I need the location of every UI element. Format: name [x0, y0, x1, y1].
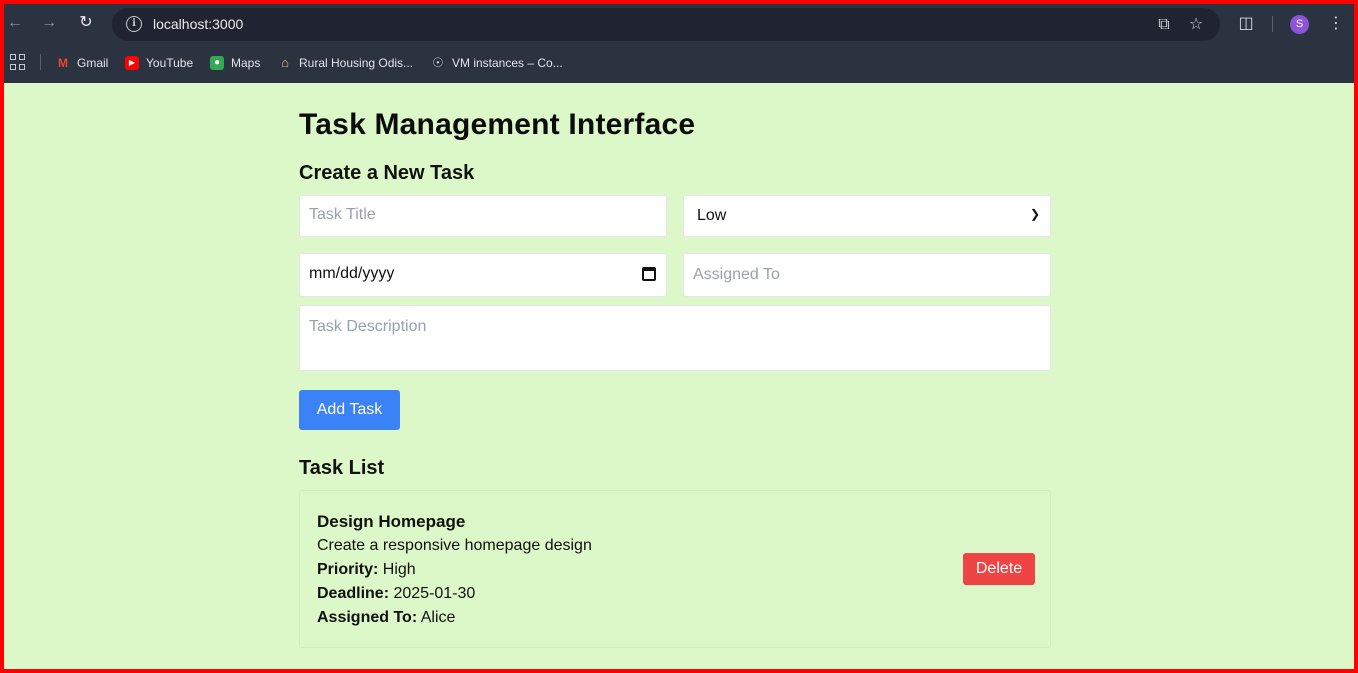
bookmark-vm-instances[interactable]: ☉ VM instances – Co...	[431, 54, 563, 72]
task-deadline: Deadline: 2025-01-30	[317, 585, 475, 603]
task-priority: Priority: High	[317, 561, 416, 579]
profile-avatar[interactable]: S	[1290, 15, 1309, 34]
youtube-icon: ▶	[125, 56, 139, 70]
bookmark-label: Rural Housing Odis...	[299, 56, 414, 70]
priority-label: Priority:	[317, 561, 379, 578]
task-description: Create a responsive homepage design	[317, 537, 592, 554]
page-title: Task Management Interface	[299, 108, 696, 141]
assigned-to-placeholder: Assigned To	[693, 266, 780, 283]
date-placeholder: mm/dd/yyyy	[309, 265, 395, 282]
menu-kebab-icon[interactable]: ⋮	[1325, 13, 1347, 35]
bookmark-label: Gmail	[77, 56, 109, 70]
extensions-icon[interactable]: ◫	[1235, 13, 1257, 35]
task-list-heading: Task List	[299, 457, 385, 479]
add-task-button[interactable]: Add Task	[299, 390, 400, 430]
apps-grid-icon[interactable]	[10, 54, 26, 70]
deadline-label: Deadline:	[317, 585, 390, 602]
site-info-icon[interactable]: i	[126, 16, 142, 32]
address-bar[interactable]: i localhost:3000 ⧉ ☆	[112, 8, 1220, 41]
bookmark-label: Maps	[231, 56, 261, 70]
reload-icon[interactable]: ↻	[75, 12, 97, 34]
url-text[interactable]: localhost:3000	[153, 16, 243, 32]
browser-toolbar: ← → ↻ i localhost:3000 ⧉ ☆ ◫ S ⋮	[4, 4, 1354, 42]
maps-icon: ●	[210, 56, 224, 70]
task-title-placeholder: Task Title	[309, 206, 376, 223]
create-task-heading: Create a New Task	[299, 162, 475, 184]
priority-value: High	[382, 561, 416, 578]
bookmark-label: YouTube	[146, 56, 194, 70]
toolbar-divider	[1272, 16, 1273, 32]
task-description-placeholder: Task Description	[309, 318, 427, 335]
house-icon: ⌂	[281, 55, 289, 70]
task-card: Design Homepage Create a responsive home…	[299, 490, 1051, 648]
deadline-date-input[interactable]: mm/dd/yyyy	[299, 253, 667, 297]
assigned-to-input[interactable]: Assigned To	[683, 253, 1051, 297]
bookmarks-divider	[40, 54, 41, 70]
priority-selected-value: Low	[697, 207, 727, 224]
task-assigned: Assigned To: Alice	[317, 609, 455, 627]
browser-window: ← → ↻ i localhost:3000 ⧉ ☆ ◫ S ⋮ M Gmail…	[4, 4, 1354, 669]
open-in-app-icon[interactable]: ⧉	[1153, 14, 1175, 36]
forward-icon[interactable]: →	[38, 12, 60, 34]
bookmark-youtube[interactable]: ▶ YouTube	[125, 54, 193, 72]
back-icon[interactable]: ←	[4, 12, 26, 34]
assigned-label: Assigned To:	[317, 609, 418, 626]
delete-task-button[interactable]: Delete	[963, 553, 1035, 585]
assigned-value: Alice	[420, 609, 456, 626]
bookmark-gmail[interactable]: M Gmail	[56, 54, 108, 72]
bookmark-maps[interactable]: ● Maps	[210, 54, 260, 72]
globe-icon: ☉	[432, 55, 444, 70]
deadline-value: 2025-01-30	[393, 585, 476, 602]
bookmark-rural-housing[interactable]: ⌂ Rural Housing Odis...	[278, 54, 413, 72]
gmail-icon: M	[58, 56, 68, 70]
chevron-down-icon: ❯	[1029, 207, 1040, 221]
calendar-icon[interactable]	[642, 267, 656, 281]
bookmark-star-icon[interactable]: ☆	[1185, 14, 1207, 36]
bookmarks-bar: M Gmail ▶ YouTube ● Maps ⌂ Rural Housing…	[4, 42, 1354, 83]
priority-select[interactable]: Low ❯	[683, 195, 1051, 237]
task-description-textarea[interactable]: Task Description	[299, 305, 1051, 371]
task-name: Design Homepage	[317, 512, 466, 531]
task-title-input[interactable]: Task Title	[299, 195, 667, 237]
bookmark-label: VM instances – Co...	[452, 56, 563, 70]
